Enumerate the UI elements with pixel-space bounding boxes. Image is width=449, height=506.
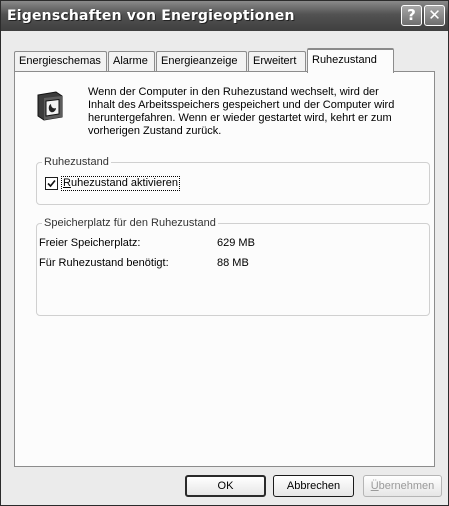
computer-hibernate-icon bbox=[35, 90, 65, 122]
hibernate-checkbox-label-text: uhezustand aktivieren bbox=[70, 177, 178, 189]
apply-accesskey: Ü bbox=[370, 480, 379, 492]
tab-energieanzeige[interactable]: Energieanzeige bbox=[156, 51, 247, 71]
close-button[interactable]: ✕ bbox=[424, 5, 445, 26]
cancel-button[interactable]: Abbrechen bbox=[273, 475, 354, 497]
hibernate-checkbox[interactable] bbox=[45, 177, 58, 190]
hibernate-group-title: Ruhezustand bbox=[42, 155, 111, 169]
storage-group: Speicherplatz für den Ruhezustand Freier… bbox=[36, 216, 430, 316]
hibernate-group: Ruhezustand Ruhezustand aktivieren bbox=[36, 155, 430, 205]
info-line: Wenn der Computer in den Ruhezustand wec… bbox=[88, 86, 379, 98]
help-button[interactable]: ? bbox=[401, 5, 422, 26]
tab-alarme[interactable]: Alarme bbox=[108, 51, 155, 71]
title-bar[interactable]: Eigenschaften von Energieoptionen ? ✕ bbox=[1, 1, 448, 31]
dialog-window: Eigenschaften von Energieoptionen ? ✕ En… bbox=[0, 0, 449, 506]
tab-ruhezustand[interactable]: Ruhezustand bbox=[307, 48, 394, 73]
hibernate-checkbox-label[interactable]: Ruhezustand aktivieren bbox=[61, 176, 180, 191]
apply-button-label: bernehmen bbox=[378, 480, 435, 492]
info-description: Wenn der Computer in den Ruhezustand wec… bbox=[88, 86, 423, 138]
storage-group-title: Speicherplatz für den Ruhezustand bbox=[42, 216, 218, 230]
free-space-value: 629 MB bbox=[217, 237, 255, 249]
ok-button[interactable]: OK bbox=[185, 475, 266, 497]
info-line: Inhalt des Arbeitsspeichers gespeichert … bbox=[88, 99, 395, 111]
required-space-label: Für Ruhezustand benötigt: bbox=[39, 257, 169, 269]
apply-button[interactable]: Übernehmen bbox=[363, 475, 442, 497]
checkmark-icon bbox=[47, 179, 56, 188]
info-line: heruntergefahren. Wenn er wieder gestart… bbox=[88, 112, 392, 124]
tab-energieschemas[interactable]: Energieschemas bbox=[14, 51, 107, 71]
tab-erweitert[interactable]: Erweitert bbox=[248, 51, 306, 71]
info-line: vorherigen Zustand zurück. bbox=[88, 125, 222, 137]
free-space-label: Freier Speicherplatz: bbox=[39, 237, 141, 249]
window-title: Eigenschaften von Energieoptionen bbox=[7, 8, 295, 24]
tab-panel-ruhezustand: Wenn der Computer in den Ruhezustand wec… bbox=[14, 71, 435, 467]
required-space-value: 88 MB bbox=[217, 257, 249, 269]
hibernate-checkbox-accesskey: R bbox=[63, 177, 71, 189]
